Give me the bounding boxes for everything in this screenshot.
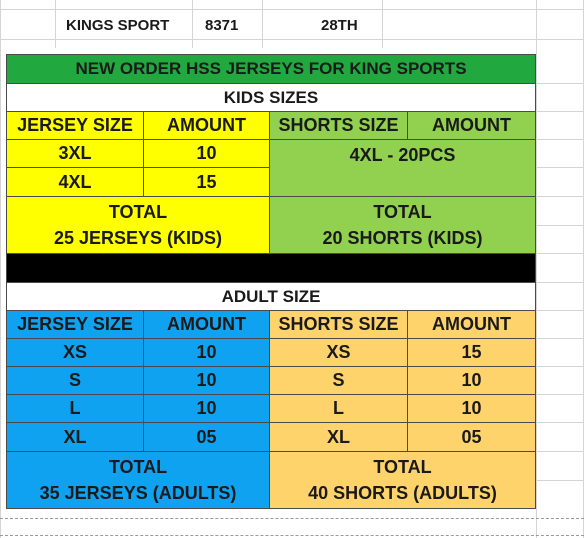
store-name[interactable]: KINGS SPORT xyxy=(66,12,169,38)
adult-jersey-amount-cell[interactable]: 10 xyxy=(143,338,270,367)
adult-jersey-size-header[interactable]: JERSEY SIZE xyxy=(6,310,144,339)
grid-line xyxy=(536,225,584,226)
adult-shorts-total-label: TOTAL xyxy=(373,456,432,477)
adult-shorts-size-cell[interactable]: XL xyxy=(269,422,408,452)
kids-jersey-size-header[interactable]: JERSEY SIZE xyxy=(6,111,144,140)
kids-shorts-note[interactable]: 4XL - 20PCS xyxy=(269,139,536,197)
kids-jersey-size-cell[interactable]: 4XL xyxy=(6,167,144,197)
grid-line xyxy=(536,310,584,311)
grid-line xyxy=(536,0,537,538)
grid-line xyxy=(536,253,584,254)
adult-shorts-total-value: 40 SHORTS (ADULTS) xyxy=(308,483,497,503)
adult-shorts-size-header[interactable]: SHORTS SIZE xyxy=(269,310,408,339)
kids-jersey-total-value: 25 JERSEYS (KIDS) xyxy=(53,228,223,248)
adult-jersey-size-cell[interactable]: XS xyxy=(6,338,144,367)
section-separator xyxy=(6,253,536,283)
grid-line xyxy=(0,9,584,10)
grid-line xyxy=(0,39,584,40)
grid-line xyxy=(536,451,584,452)
grid-line xyxy=(536,111,584,112)
kids-shorts-amount-header[interactable]: AMOUNT xyxy=(407,111,536,140)
grid-line xyxy=(536,282,584,283)
kids-shorts-total-value: 20 SHORTS (KIDS) xyxy=(322,228,483,248)
adult-jersey-total[interactable]: TOTAL 35 JERSEYS (ADULTS) xyxy=(6,451,270,509)
grid-line xyxy=(262,0,263,48)
adult-section-title[interactable]: ADULT SIZE xyxy=(6,282,536,311)
grid-line xyxy=(536,139,584,140)
adult-shorts-size-cell[interactable]: XS xyxy=(269,338,408,367)
grid-line xyxy=(536,394,584,395)
grid-line xyxy=(536,167,584,168)
grid-line xyxy=(382,0,383,48)
adult-shorts-total[interactable]: TOTAL 40 SHORTS (ADULTS) xyxy=(269,451,536,509)
grid-line xyxy=(536,338,584,339)
grid-line xyxy=(536,196,584,197)
grid-line xyxy=(192,0,193,48)
kids-jersey-total-label: TOTAL xyxy=(108,201,168,222)
adult-shorts-amount-header[interactable]: AMOUNT xyxy=(407,310,536,339)
adult-jersey-amount-cell[interactable]: 10 xyxy=(143,394,270,423)
adult-jersey-total-label: TOTAL xyxy=(108,456,168,477)
adult-shorts-size-cell[interactable]: L xyxy=(269,394,408,423)
order-date[interactable]: 28TH xyxy=(321,12,358,38)
kids-jersey-amount-header[interactable]: AMOUNT xyxy=(143,111,270,140)
adult-shorts-amount-cell[interactable]: 05 xyxy=(407,422,536,452)
grid-line xyxy=(536,422,584,423)
kids-shorts-size-header[interactable]: SHORTS SIZE xyxy=(269,111,408,140)
kids-shorts-total[interactable]: TOTAL 20 SHORTS (KIDS) xyxy=(269,196,536,254)
order-title[interactable]: NEW ORDER HSS JERSEYS FOR KING SPORTS xyxy=(6,54,536,84)
adult-shorts-amount-cell[interactable]: 10 xyxy=(407,366,536,395)
kids-section-title[interactable]: KIDS SIZES xyxy=(6,83,536,112)
adult-jersey-amount-header[interactable]: AMOUNT xyxy=(143,310,270,339)
adult-jersey-amount-cell[interactable]: 10 xyxy=(143,366,270,395)
page-break-line xyxy=(0,518,584,519)
grid-line xyxy=(536,366,584,367)
grid-line xyxy=(55,0,56,48)
adult-jersey-amount-cell[interactable]: 05 xyxy=(143,422,270,452)
adult-jersey-total-value: 35 JERSEYS (ADULTS) xyxy=(39,483,237,503)
kids-shorts-total-label: TOTAL xyxy=(373,201,432,222)
adult-shorts-size-cell[interactable]: S xyxy=(269,366,408,395)
kids-jersey-total[interactable]: TOTAL 25 JERSEYS (KIDS) xyxy=(6,196,270,254)
adult-shorts-amount-cell[interactable]: 15 xyxy=(407,338,536,367)
grid-line xyxy=(536,480,584,481)
kids-jersey-size-cell[interactable]: 3XL xyxy=(6,139,144,168)
kids-jersey-amount-cell[interactable]: 10 xyxy=(143,139,270,168)
adult-jersey-size-cell[interactable]: S xyxy=(6,366,144,395)
kids-jersey-amount-cell[interactable]: 15 xyxy=(143,167,270,197)
grid-line xyxy=(536,83,584,84)
order-number[interactable]: 8371 xyxy=(205,12,238,38)
adult-jersey-size-cell[interactable]: XL xyxy=(6,422,144,452)
adult-jersey-size-cell[interactable]: L xyxy=(6,394,144,423)
page-break-line xyxy=(0,535,584,536)
grid-line xyxy=(0,0,1,538)
adult-shorts-amount-cell[interactable]: 10 xyxy=(407,394,536,423)
